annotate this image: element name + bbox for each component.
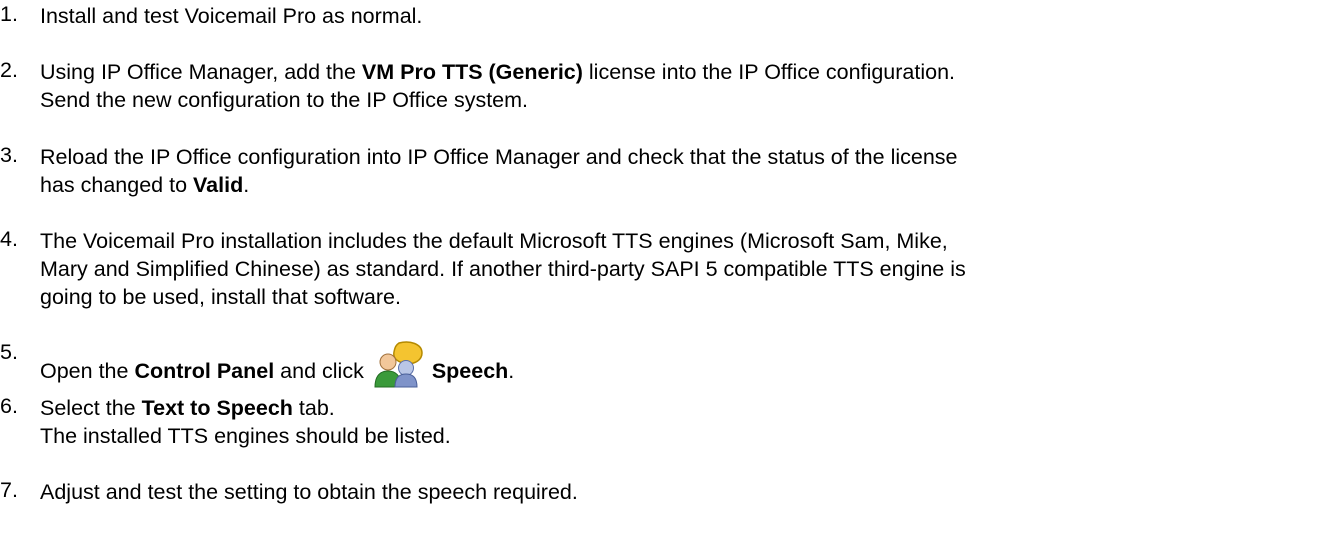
- text-run: The installed TTS engines should be list…: [40, 424, 451, 448]
- text-run: going to be used, install that software.: [40, 285, 401, 309]
- step-text: Select the Text to Speech tab. The instal…: [40, 394, 1335, 450]
- bold-term: VM Pro TTS (Generic): [361, 60, 583, 84]
- step-text: Reload the IP Office configuration into …: [40, 143, 1335, 199]
- step-text: Install and test Voicemail Pro as normal…: [40, 2, 1335, 30]
- step-line: has changed to Valid.: [40, 171, 1335, 199]
- step-line: The Voicemail Pro installation includes …: [40, 227, 1335, 255]
- text-run: Adjust and test the setting to obtain th…: [40, 480, 578, 504]
- text-run: and click: [274, 359, 370, 383]
- text-run: Send the new configuration to the IP Off…: [40, 88, 529, 112]
- bold-term: Speech: [431, 359, 509, 383]
- step-line: going to be used, install that software.: [40, 283, 1335, 311]
- speech-icon: [372, 340, 426, 390]
- bold-term: Text to Speech: [141, 396, 293, 420]
- text-run: Reload the IP Office configuration into …: [40, 145, 958, 169]
- step-line: Adjust and test the setting to obtain th…: [40, 478, 1335, 506]
- step-text: Adjust and test the setting to obtain th…: [40, 478, 1335, 506]
- bold-term: Valid: [193, 173, 244, 197]
- step-line: Install and test Voicemail Pro as normal…: [40, 2, 1335, 30]
- step-line: Send the new configuration to the IP Off…: [40, 86, 1335, 114]
- step-number: 4.: [0, 227, 18, 251]
- text-run: Open the: [40, 359, 135, 383]
- step-text: The Voicemail Pro installation includes …: [40, 227, 1335, 311]
- step-line: Open the Control Panel and click Speech.: [40, 340, 1335, 388]
- step-text: Using IP Office Manager, add the VM Pro …: [40, 58, 1335, 114]
- step-line: Using IP Office Manager, add the VM Pro …: [40, 58, 1335, 86]
- text-run: has changed to: [40, 173, 194, 197]
- text-run: Select the: [40, 396, 142, 420]
- step-number: 6.: [0, 394, 18, 418]
- step-line: Reload the IP Office configuration into …: [40, 143, 1335, 171]
- step-number: 1.: [0, 2, 18, 26]
- step-line: Mary and Simplified Chinese) as standard…: [40, 255, 1335, 283]
- text-run: Using IP Office Manager, add the: [40, 60, 362, 84]
- step-line: The installed TTS engines should be list…: [40, 422, 1335, 450]
- text-run: Mary and Simplified Chinese) as standard…: [40, 257, 966, 281]
- text-run: tab.: [292, 396, 335, 420]
- text-run: Install and test Voicemail Pro as normal…: [40, 4, 423, 28]
- instruction-list: 1. Install and test Voicemail Pro as nor…: [0, 0, 1335, 535]
- text-run: license into the IP Office configuration…: [582, 60, 956, 84]
- step-number: 7.: [0, 478, 18, 502]
- step-line: Select the Text to Speech tab.: [40, 394, 1335, 422]
- step-number: 2.: [0, 58, 18, 82]
- step-number: 5.: [0, 340, 18, 364]
- text-run: The Voicemail Pro installation includes …: [40, 229, 948, 253]
- step-number: 3.: [0, 143, 18, 167]
- text-run: .: [243, 173, 250, 197]
- text-run: .: [508, 359, 515, 383]
- step-text: Open the Control Panel and click Speech.: [40, 340, 1335, 388]
- bold-term: Control Panel: [134, 359, 275, 383]
